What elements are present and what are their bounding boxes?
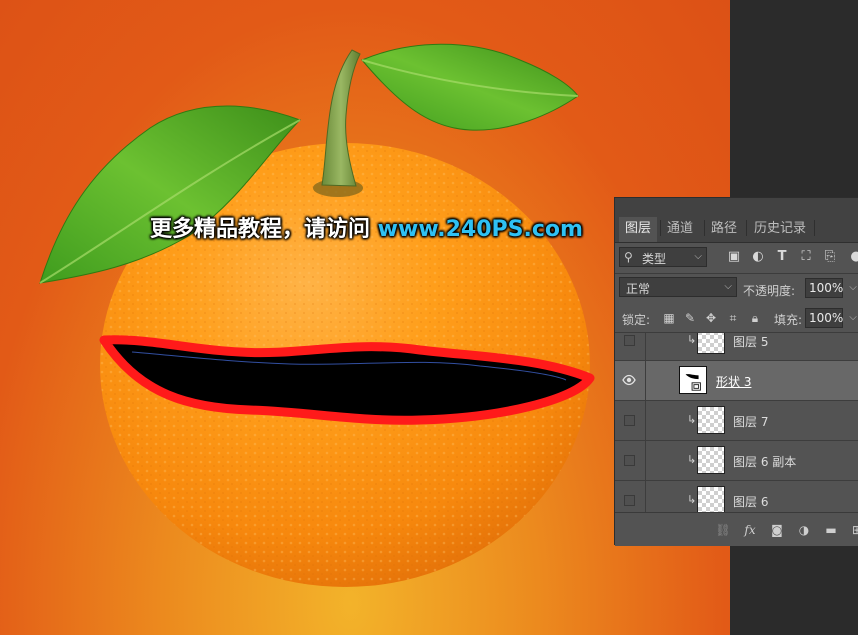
tab-layers[interactable]: 图层 [619,217,658,242]
eye-icon[interactable] [622,373,636,387]
search-icon: ⚲ [624,250,633,264]
visibility-toggle[interactable] [624,495,635,506]
layer-name[interactable]: 图层 7 [733,413,768,430]
right-leaf [361,43,579,131]
visibility-toggle[interactable] [624,335,635,346]
tab-paths[interactable]: 路径 [705,217,743,242]
visibility-toggle[interactable] [624,415,635,426]
layer-thumbnail [697,446,725,474]
clipping-mask-icon: ↳ [687,453,697,466]
tab-history[interactable]: 历史记录 [748,217,812,242]
new-layer-icon[interactable]: ⊞ [849,522,858,538]
shape-thumbnail [679,366,707,394]
layer-row[interactable]: ↳ 图层 6 [615,481,858,513]
lock-brush-icon[interactable]: ✎ [682,310,698,326]
text-filter-icon[interactable]: T [773,248,791,266]
opacity-input[interactable]: 100% [805,278,843,298]
chevron-down-icon: ⌵ [694,251,702,262]
adjustment-icon[interactable]: ◑ [796,522,812,538]
lock-transparent-icon[interactable]: ▦ [661,310,677,326]
lock-all-icon[interactable]: 🔒︎ [747,310,763,326]
layer-thumbnail [697,333,725,354]
lock-artboard-icon[interactable]: ⌗ [725,310,741,326]
tab-channels[interactable]: 通道 [661,217,699,242]
watermark-url: www.240PS.com [377,217,583,242]
shape-filter-icon[interactable]: ⛶ [797,248,815,266]
layers-bottom-bar: ⛓ fx ◙ ◑ ▬ ⊞ [615,512,858,546]
chevron-down-icon: ⌵ [724,281,732,292]
clipping-mask-icon: ↳ [687,413,697,426]
clipping-mask-icon: ↳ [687,333,697,346]
layer-name[interactable]: 图层 6 [733,493,768,510]
layer-row-selected[interactable]: 形状 3 [615,361,858,401]
lock-position-icon[interactable]: ✥ [703,310,719,326]
lock-label: 锁定: [622,313,651,327]
image-filter-icon[interactable]: ▣ [725,248,743,266]
layer-name[interactable]: 图层 6 副本 [733,453,796,470]
panel-tab-bar: 图层 通道 路径 历史记录 [615,198,858,243]
group-icon[interactable]: ▬ [823,522,839,538]
watermark-text: 更多精品教程，请访问 www.240PS.com [150,217,583,242]
layers-panel: 图层 通道 路径 历史记录 ⚲ 类型 ⌵ ▣ ◐ T ⛶ ⎘ ● 正常 ⌵ 不透… [614,197,858,546]
mask-icon[interactable]: ◙ [769,522,785,538]
layer-name[interactable]: 形状 3 [716,373,751,390]
opacity-dropdown-icon[interactable]: ⌵ [847,278,858,298]
fill-label: 填充: [774,313,803,327]
layer-row[interactable]: ↳ 图层 5 [615,333,858,361]
fill-dropdown-icon[interactable]: ⌵ [847,308,858,328]
layer-filter-select[interactable]: ⚲ 类型 ⌵ [619,247,707,267]
blend-mode-select[interactable]: 正常 ⌵ [619,277,737,297]
adjustment-filter-icon[interactable]: ◐ [749,248,767,266]
fx-icon[interactable]: fx [742,522,758,538]
link-icon[interactable]: ⛓ [715,522,731,538]
clipping-mask-icon: ↳ [687,493,697,506]
opacity-label: 不透明度: [743,284,796,298]
fill-input[interactable]: 100% [805,308,843,328]
layer-name[interactable]: 图层 5 [733,333,768,350]
visibility-toggle[interactable] [624,455,635,466]
layer-thumbnail [697,486,725,513]
layer-row[interactable]: ↳ 图层 6 副本 [615,441,858,481]
layers-list: ↳ 图层 5 形状 3 ↳ 图层 7 ↳ 图层 6 副本 ↳ 图层 6 [615,332,858,513]
layer-row[interactable]: ↳ 图层 7 [615,401,858,441]
layer-thumbnail [697,406,725,434]
smart-object-filter-icon[interactable]: ⎘ [821,248,839,266]
filter-toggle-icon[interactable]: ● [847,248,858,266]
